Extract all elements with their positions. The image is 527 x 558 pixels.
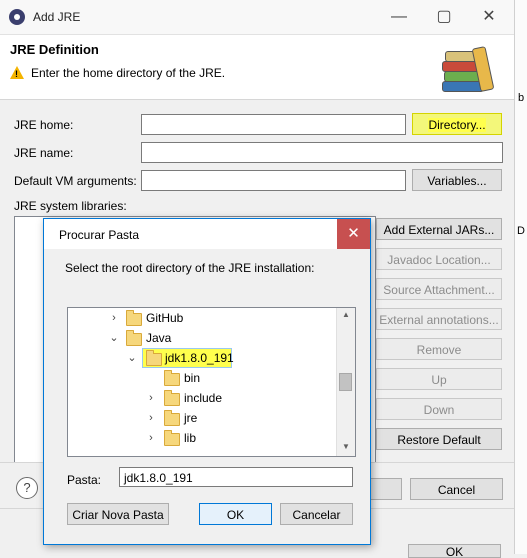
maximize-button[interactable]: ▢ bbox=[422, 0, 466, 34]
tree-item-label: jre bbox=[184, 411, 198, 425]
books-icon bbox=[440, 43, 500, 93]
ok-button-partial[interactable]: OK bbox=[408, 544, 501, 558]
header-message: Enter the home directory of the JRE. bbox=[31, 66, 226, 80]
tree-item-github[interactable]: › GitHub bbox=[68, 308, 336, 328]
down-button[interactable]: Down bbox=[376, 398, 502, 420]
tree-item-label: bin bbox=[184, 371, 201, 385]
tree-item-lib[interactable]: › lib bbox=[68, 428, 336, 448]
background-window-edge: b D bbox=[514, 0, 527, 554]
directory-button[interactable]: Directory... bbox=[412, 113, 502, 135]
jre-home-field[interactable] bbox=[141, 114, 406, 135]
chevron-down-icon[interactable]: ⌄ bbox=[108, 328, 120, 348]
tree-item-jre[interactable]: › jre bbox=[68, 408, 336, 428]
tree-item-label: include bbox=[184, 391, 223, 405]
external-annotations-button[interactable]: External annotations... bbox=[376, 308, 502, 330]
eclipse-app-icon bbox=[9, 9, 25, 25]
dialog-instruction: Select the root directory of the JRE ins… bbox=[65, 261, 315, 275]
tree-item-jdk[interactable]: ⌄ jdk1.8.0_191 bbox=[68, 348, 336, 368]
restore-default-button[interactable]: Restore Default bbox=[376, 428, 502, 450]
dialog-title: Procurar Pasta bbox=[59, 228, 140, 242]
folder-icon bbox=[164, 390, 180, 406]
folder-icon bbox=[164, 430, 180, 446]
vm-args-label: Default VM arguments: bbox=[14, 174, 137, 188]
window-title-bar[interactable]: Add JRE — ▢ ✕ bbox=[0, 0, 514, 35]
chevron-right-icon[interactable]: › bbox=[145, 388, 157, 408]
background-char: D bbox=[517, 225, 525, 237]
tree-item-include[interactable]: › include bbox=[68, 388, 336, 408]
close-button[interactable]: ✕ bbox=[467, 0, 511, 34]
tree-item-label: jdk1.8.0_191 bbox=[165, 351, 234, 365]
wizard-header: JRE Definition ! Enter the home director… bbox=[0, 35, 514, 100]
variables-button[interactable]: Variables... bbox=[412, 169, 502, 191]
folder-icon bbox=[126, 330, 142, 346]
scrollbar-thumb[interactable] bbox=[339, 373, 352, 391]
help-icon[interactable]: ? bbox=[16, 477, 38, 499]
warning-icon: ! bbox=[10, 66, 24, 79]
tree-item-label: GitHub bbox=[146, 311, 184, 325]
browse-folder-dialog: Procurar Pasta ✕ Select the root directo… bbox=[43, 218, 371, 545]
dialog-cancel-button[interactable]: Cancelar bbox=[280, 503, 353, 525]
minimize-button[interactable]: — bbox=[377, 0, 421, 34]
scroll-down-icon[interactable]: ▼ bbox=[337, 442, 355, 451]
jre-name-field[interactable] bbox=[141, 142, 503, 163]
chevron-right-icon[interactable]: › bbox=[145, 428, 157, 448]
vm-args-field[interactable] bbox=[141, 170, 406, 191]
folder-icon bbox=[146, 350, 162, 366]
tree-scrollbar[interactable]: ▲ ▼ bbox=[336, 308, 355, 456]
tree-item-label: lib bbox=[184, 431, 197, 445]
remove-button[interactable]: Remove bbox=[376, 338, 502, 360]
dialog-title-bar[interactable]: Procurar Pasta ✕ bbox=[44, 219, 370, 249]
folder-label: Pasta: bbox=[67, 473, 102, 487]
javadoc-location-button[interactable]: Javadoc Location... bbox=[376, 248, 502, 270]
background-char: b bbox=[518, 92, 525, 104]
up-button[interactable]: Up bbox=[376, 368, 502, 390]
page-title: JRE Definition bbox=[10, 42, 99, 57]
jre-home-label: JRE home: bbox=[14, 118, 74, 132]
system-libraries-label: JRE system libraries: bbox=[14, 199, 127, 213]
finish-button-partial[interactable] bbox=[369, 478, 402, 500]
scroll-up-icon[interactable]: ▲ bbox=[337, 310, 355, 319]
dialog-close-button[interactable]: ✕ bbox=[337, 219, 370, 249]
tree-item-label: Java bbox=[146, 331, 172, 345]
source-attachment-button[interactable]: Source Attachment... bbox=[376, 278, 502, 300]
chevron-down-icon[interactable]: ⌄ bbox=[126, 348, 138, 368]
folder-icon bbox=[164, 370, 180, 386]
new-folder-button[interactable]: Criar Nova Pasta bbox=[67, 503, 169, 525]
folder-icon bbox=[164, 410, 180, 426]
chevron-right-icon[interactable]: › bbox=[108, 308, 120, 328]
directory-button-label: Directory... bbox=[428, 118, 486, 132]
folder-tree[interactable]: › GitHub ⌄ Java ⌄ jdk1.8.0_191 bin › inc… bbox=[67, 307, 356, 457]
window-title: Add JRE bbox=[33, 10, 81, 24]
folder-input[interactable]: jdk1.8.0_191 bbox=[119, 467, 353, 487]
tree-item-bin[interactable]: bin bbox=[68, 368, 336, 388]
dialog-ok-button[interactable]: OK bbox=[199, 503, 272, 525]
cancel-button[interactable]: Cancel bbox=[410, 478, 503, 500]
add-external-jars-button[interactable]: Add External JARs... bbox=[376, 218, 502, 240]
folder-icon bbox=[126, 310, 142, 326]
tree-item-java[interactable]: ⌄ Java bbox=[68, 328, 336, 348]
jre-name-label: JRE name: bbox=[14, 146, 74, 160]
chevron-right-icon[interactable]: › bbox=[145, 408, 157, 428]
